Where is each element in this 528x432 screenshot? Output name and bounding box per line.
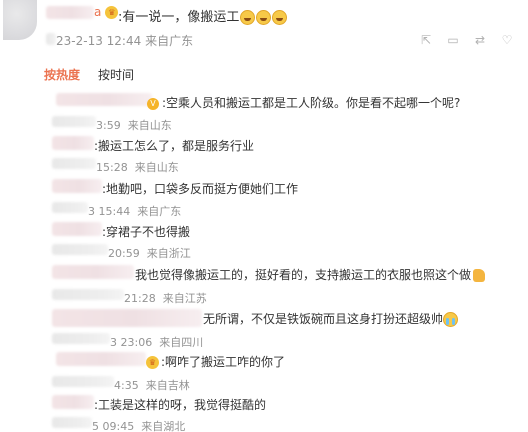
- head-meta: 23-2-13 12:44 来自广东: [56, 32, 193, 49]
- date-redacted: [52, 376, 114, 387]
- date-redacted: [52, 244, 108, 255]
- repost-icon[interactable]: ⇄: [473, 33, 487, 47]
- date-redacted: [52, 333, 110, 344]
- head-location: 来自广东: [145, 34, 194, 48]
- comment-text: ♛:啊咋了搬运工咋的你了: [146, 353, 285, 370]
- tab-by-time[interactable]: 按时间: [98, 66, 134, 83]
- date-redacted: [52, 289, 124, 300]
- laugh-cry-emoji-icon: [256, 10, 272, 25]
- date-redacted: [46, 33, 56, 45]
- crown-icon: ♛: [105, 6, 119, 19]
- crying-emoji-icon: [443, 312, 459, 327]
- laugh-cry-emoji-icon: [272, 10, 288, 25]
- comment-text: :地勤吧，口袋多反而挺方便她们工作: [102, 182, 299, 196]
- comment-text: :搬运工怎么了，都是服务行业: [94, 139, 255, 153]
- username-redacted: [46, 6, 94, 19]
- date-redacted: [52, 417, 92, 428]
- comment-text: 无所谓，不仅是铁饭碗而且这身打扮还超级帅: [203, 310, 459, 327]
- share-icon[interactable]: ⇱: [419, 33, 433, 47]
- head-timestamp: 23-2-13 12:44: [56, 34, 142, 48]
- username-redacted: [56, 93, 152, 106]
- comment-text: :穿裙子不也得搬: [102, 225, 191, 239]
- username-redacted: [52, 222, 102, 236]
- username-redacted: [52, 309, 202, 327]
- thumbs-up-emoji-icon: [473, 269, 486, 282]
- avatar[interactable]: [3, 0, 37, 40]
- date-redacted: [52, 158, 96, 169]
- comment-text: V:空乘人员和搬运工都是工人阶级。你是看不起哪一个呢?: [147, 94, 460, 111]
- crown-icon: ♛: [146, 356, 159, 369]
- vip-badge-icon: V: [147, 97, 159, 110]
- comment-meta: 20:59 来自浙江: [108, 247, 191, 260]
- comment-meta: 3:59 来自山东: [96, 119, 172, 132]
- head-comment-text: :有一说一，像搬运工: [118, 10, 240, 25]
- comment-meta: 21:28 来自江苏: [124, 292, 207, 305]
- action-icons: ⇱ ▭ ⇄ ♡: [419, 33, 514, 47]
- date-redacted: [52, 116, 96, 127]
- comment-meta: 4:35 来自吉林: [114, 379, 190, 392]
- laugh-cry-emoji-icon: [240, 10, 256, 25]
- comment-text: 我也觉得像搬运工的，挺好看的，支持搬运工的衣服也照这个做: [135, 266, 486, 283]
- username-redacted: [52, 179, 102, 193]
- username-redacted: [52, 265, 134, 279]
- head-comment: :有一说一，像搬运工: [118, 6, 288, 25]
- comment-meta: 15:28 来自山东: [96, 161, 179, 174]
- username-redacted: [56, 352, 146, 366]
- comment-text: :工装是这样的呀，我觉得挺酷的: [94, 398, 267, 412]
- like-icon[interactable]: ♡: [500, 33, 514, 47]
- tab-by-heat[interactable]: 按热度: [44, 66, 80, 83]
- date-redacted: [52, 202, 88, 213]
- sort-tabs: 按热度 按时间: [44, 66, 134, 83]
- comment-icon[interactable]: ▭: [446, 33, 460, 47]
- comment-meta: 3 23:06 来自四川: [110, 336, 204, 349]
- username-tail-text: a: [94, 5, 102, 19]
- username-redacted: [52, 136, 94, 150]
- username-redacted: [52, 395, 94, 409]
- comment-meta: 3 15:44 来自广东: [88, 205, 182, 218]
- username-tail[interactable]: a ♛: [94, 5, 120, 19]
- comment-meta: 5 09:45 来自湖北: [92, 420, 186, 432]
